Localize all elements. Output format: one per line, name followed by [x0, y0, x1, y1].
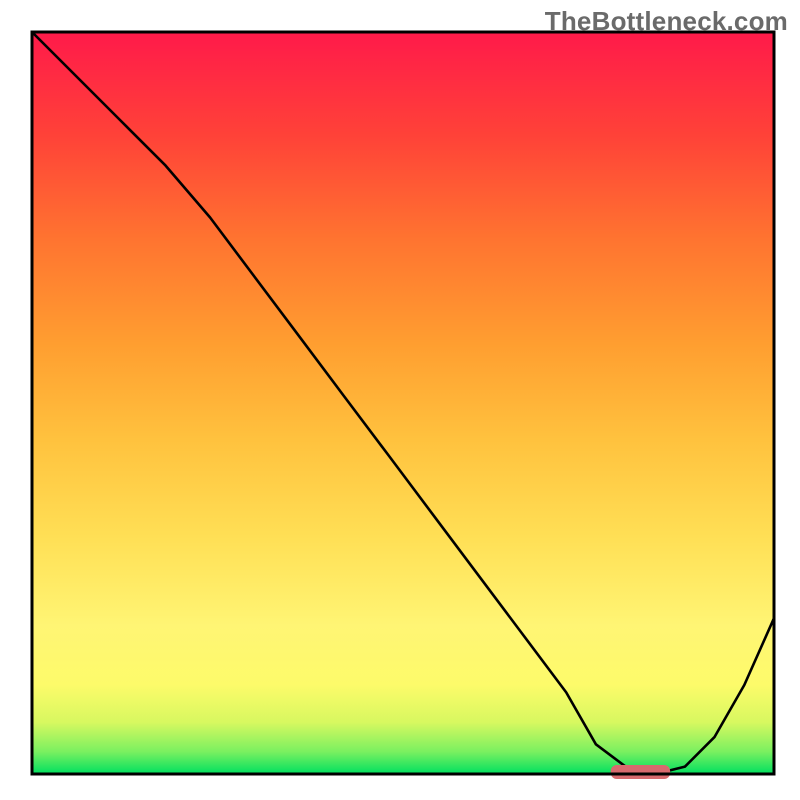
optimal-marker	[611, 765, 670, 779]
chart-container: TheBottleneck.com	[0, 0, 800, 800]
bottleneck-chart	[0, 0, 800, 800]
watermark-label: TheBottleneck.com	[545, 6, 788, 37]
